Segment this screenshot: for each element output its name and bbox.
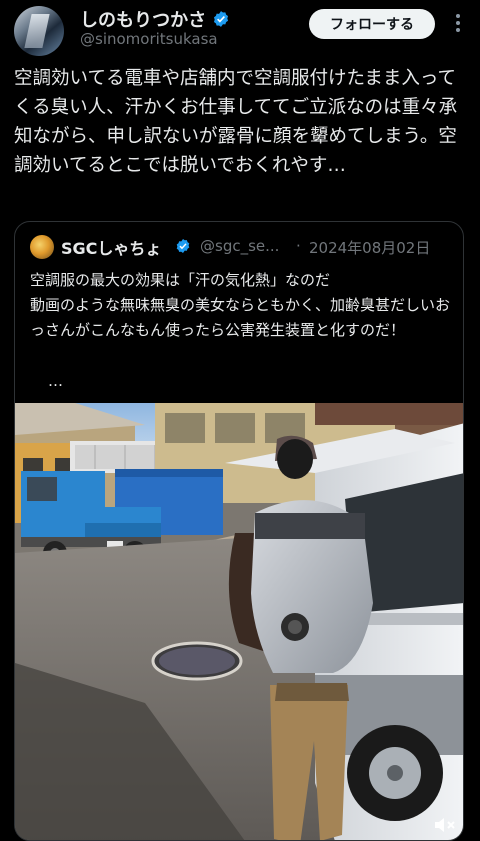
quoted-tweet-date[interactable]: 2024年08月02日 — [309, 237, 430, 258]
tweet-text: 空調効いてる電車や店舗内で空調服付けたまま入ってくる臭い人、汗かくお仕事しててご… — [14, 68, 458, 176]
author-avatar[interactable] — [14, 6, 64, 56]
verified-badge-icon — [214, 11, 229, 27]
meta-separator: · — [296, 237, 301, 255]
video-frame — [15, 403, 463, 840]
author-display-name[interactable]: しのもりつかさ — [80, 6, 206, 32]
author-handle[interactable]: @sinomoritsukasa — [80, 30, 218, 48]
more-options-button[interactable] — [448, 12, 468, 34]
quoted-tweet[interactable]: SGCしゃちょ @sgc_se... · 2024年08月02日 空調服の最大の… — [14, 221, 464, 841]
quoted-author-handle[interactable]: @sgc_se... — [200, 237, 279, 255]
show-more-ellipsis[interactable]: … — [48, 372, 63, 390]
more-vertical-icon — [456, 14, 460, 32]
follow-button[interactable]: フォローする — [309, 9, 435, 39]
verified-badge-icon — [176, 239, 190, 253]
author-name-row: しのもりつかさ — [80, 6, 230, 32]
quoted-tweet-text: 空調服の最大の効果は「汗の気化熱」なのだ 動画のような無味無臭の美女ならともかく… — [30, 271, 451, 339]
quoted-author-display-name[interactable]: SGCしゃちょ — [61, 235, 161, 259]
tweet-header: しのもりつかさ @sinomoritsukasa フォローする — [0, 0, 480, 62]
quoted-author-avatar[interactable] — [30, 235, 54, 259]
quoted-video[interactable] — [15, 403, 463, 840]
volume-mute-icon[interactable] — [433, 815, 457, 835]
